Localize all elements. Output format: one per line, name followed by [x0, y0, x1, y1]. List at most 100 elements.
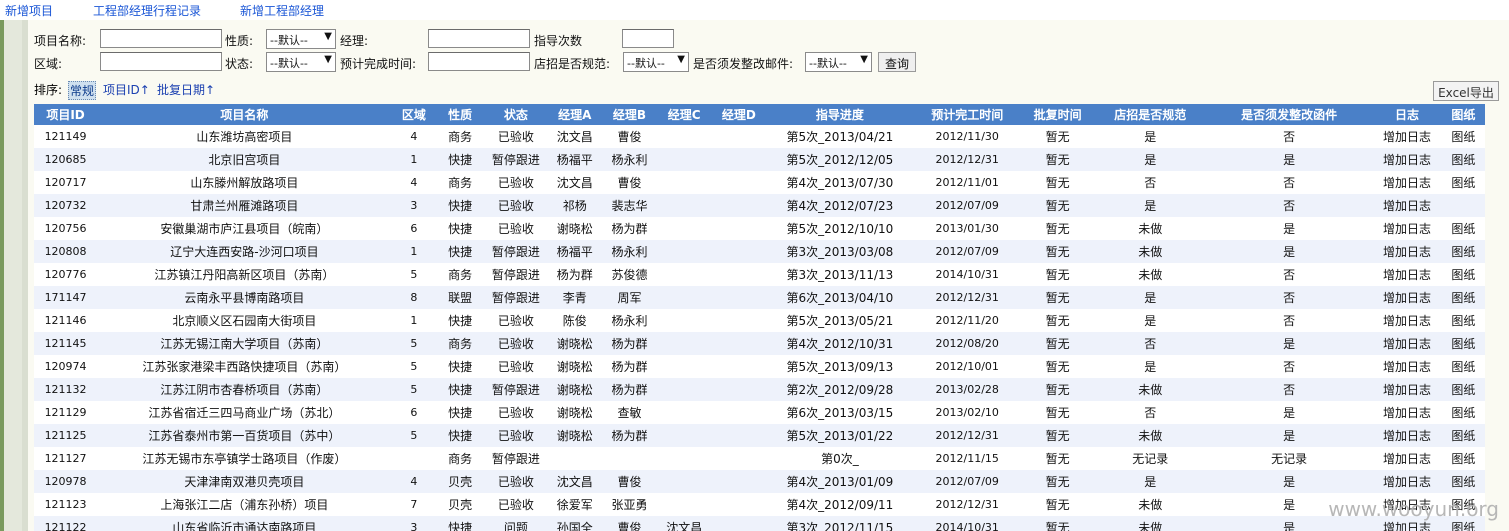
cell-log[interactable]: 增加日志: [1372, 217, 1442, 240]
region-input[interactable]: [100, 52, 222, 71]
cell-log[interactable]: 增加日志: [1372, 194, 1442, 217]
cell-approval-time: 暂无: [1020, 125, 1095, 148]
nav-link-new-project[interactable]: 新增项目: [5, 2, 53, 19]
cell-log[interactable]: 增加日志: [1372, 148, 1442, 171]
cell-log[interactable]: 增加日志: [1372, 309, 1442, 332]
nature-select[interactable]: --默认-- ▼: [266, 29, 336, 49]
standard-select[interactable]: --默认-- ▼: [623, 52, 689, 72]
cell-guide-progress: 第4次_2012/10/31: [766, 332, 914, 355]
cell-manager-c: [656, 263, 712, 286]
cell-drawing[interactable]: 图纸: [1441, 470, 1485, 493]
cell-log[interactable]: 增加日志: [1372, 263, 1442, 286]
cell-drawing[interactable]: 图纸: [1441, 378, 1485, 401]
sort-option-default[interactable]: 常规: [68, 81, 97, 100]
cell-project-name: 甘肃兰州雁滩路项目: [97, 194, 392, 217]
cell-manager-a: 沈文昌: [547, 125, 603, 148]
cell-drawing[interactable]: 图纸: [1441, 286, 1485, 309]
cell-standard-sign: 是: [1094, 194, 1207, 217]
guide-count-input[interactable]: [622, 29, 674, 48]
column-header-status: 状态: [484, 104, 548, 125]
cell-log[interactable]: 增加日志: [1372, 401, 1442, 424]
cell-manager-c: [656, 470, 712, 493]
cell-drawing[interactable]: 图纸: [1441, 309, 1485, 332]
table-row: 120717 山东滕州解放路项目 4 商务 已验收 沈文昌 曹俊 第4次_2013/07/30…: [34, 171, 1485, 194]
cell-standard-sign: 是: [1094, 125, 1207, 148]
cell-drawing[interactable]: 图纸: [1441, 332, 1485, 355]
cell-expected-finish: 2013/01/30: [913, 217, 1021, 240]
excel-export-button[interactable]: Excel导出: [1433, 81, 1499, 101]
cell-standard-sign: 是: [1094, 286, 1207, 309]
cell-project-name: 江苏省宿迁三四马商业广场（苏北）: [97, 401, 392, 424]
cell-project-id: 121145: [34, 332, 98, 355]
cell-standard-sign: 未做: [1094, 240, 1207, 263]
cell-project-id: 121149: [34, 125, 98, 148]
cell-manager-d: [711, 217, 767, 240]
cell-manager-a: 杨为群: [547, 263, 603, 286]
cell-log[interactable]: 增加日志: [1372, 424, 1442, 447]
status-select-value: --默认--: [270, 57, 308, 70]
cell-drawing[interactable]: 图纸: [1441, 148, 1485, 171]
cell-guide-progress: 第6次_2013/04/10: [766, 286, 914, 309]
cell-project-name: 江苏无锡市东亭镇学士路项目（作废）: [97, 447, 392, 470]
cell-project-id: 121122: [34, 516, 98, 531]
table-row: 121125 江苏省泰州市第一百货项目（苏中） 5 快捷 已验收 谢晓松 杨为群 第5次_20…: [34, 424, 1485, 447]
cell-approval-time: 暂无: [1020, 447, 1095, 470]
project-name-input[interactable]: [100, 29, 222, 48]
query-button[interactable]: 查询: [878, 52, 916, 72]
cell-standard-sign: 是: [1094, 355, 1207, 378]
cell-drawing[interactable]: 图纸: [1441, 424, 1485, 447]
cell-drawing[interactable]: 图纸: [1441, 355, 1485, 378]
cell-log[interactable]: 增加日志: [1372, 286, 1442, 309]
sort-option-project-id[interactable]: 项目ID↑: [103, 81, 150, 98]
cell-project-name: 云南永平县博南路项目: [97, 286, 392, 309]
nav-link-manager-trip-log[interactable]: 工程部经理行程记录: [93, 2, 201, 19]
cell-standard-sign: 无记录: [1094, 447, 1207, 470]
manager-input[interactable]: [428, 29, 530, 48]
column-header-project-name: 项目名称: [97, 104, 392, 125]
cell-approval-time: 暂无: [1020, 286, 1095, 309]
cell-drawing[interactable]: 图纸: [1441, 171, 1485, 194]
mail-select[interactable]: --默认-- ▼: [805, 52, 872, 72]
cell-project-name: 天津津南双港贝壳项目: [97, 470, 392, 493]
cell-manager-d: [711, 493, 767, 516]
cell-approval-time: 暂无: [1020, 401, 1095, 424]
cell-log[interactable]: 增加日志: [1372, 355, 1442, 378]
cell-log[interactable]: 增加日志: [1372, 125, 1442, 148]
status-select[interactable]: --默认-- ▼: [266, 52, 336, 72]
finish-time-input[interactable]: [428, 52, 530, 71]
cell-manager-c: [656, 240, 712, 263]
cell-log[interactable]: 增加日志: [1372, 332, 1442, 355]
cell-manager-d: [711, 447, 767, 470]
table-row: 120756 安徽巢湖市庐江县项目（皖南） 6 快捷 已验收 谢晓松 杨为群 第5次_2012…: [34, 217, 1485, 240]
cell-manager-b: 张亚勇: [602, 493, 657, 516]
cell-log[interactable]: 增加日志: [1372, 378, 1442, 401]
cell-log[interactable]: 增加日志: [1372, 171, 1442, 194]
cell-log[interactable]: 增加日志: [1372, 470, 1442, 493]
nav-link-new-manager[interactable]: 新增工程部经理: [240, 2, 324, 19]
cell-drawing[interactable]: 图纸: [1441, 217, 1485, 240]
cell-log[interactable]: 增加日志: [1372, 447, 1442, 470]
cell-drawing[interactable]: 图纸: [1441, 240, 1485, 263]
region-label: 区域:: [34, 57, 63, 71]
cell-manager-b: 杨为群: [602, 332, 657, 355]
cell-manager-d: [711, 332, 767, 355]
cell-project-name: 北京顺义区石园南大街项目: [97, 309, 392, 332]
cell-nature: 快捷: [435, 194, 485, 217]
cell-drawing[interactable]: 图纸: [1441, 263, 1485, 286]
cell-log[interactable]: 增加日志: [1372, 240, 1442, 263]
cell-region: 1: [391, 309, 436, 332]
cell-nature: 贝壳: [435, 470, 485, 493]
cell-drawing[interactable]: 图纸: [1441, 447, 1485, 470]
cell-nature: 快捷: [435, 148, 485, 171]
chevron-down-icon: ▼: [677, 54, 685, 65]
cell-approval-time: 暂无: [1020, 332, 1095, 355]
cell-standard-sign: 是: [1094, 309, 1207, 332]
sort-option-approval-date[interactable]: 批复日期↑: [157, 81, 215, 98]
cell-drawing[interactable]: 图纸: [1441, 401, 1485, 424]
cell-project-id: 120756: [34, 217, 98, 240]
cell-manager-d: [711, 263, 767, 286]
cell-nature: 商务: [435, 125, 485, 148]
cell-manager-c: [656, 171, 712, 194]
cell-manager-c: [656, 125, 712, 148]
cell-drawing[interactable]: 图纸: [1441, 125, 1485, 148]
